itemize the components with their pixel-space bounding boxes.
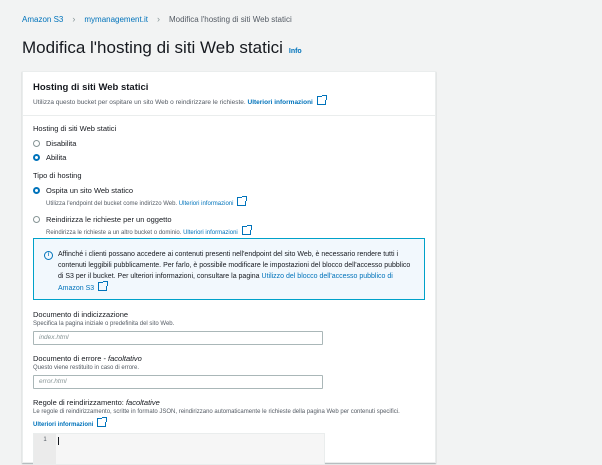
panel-header: Hosting di siti Web statici Utilizza que…	[23, 72, 435, 116]
learn-more-link[interactable]: Ulteriori informazioni	[247, 95, 327, 106]
error-document-label: Documento di errore - facoltativo	[33, 354, 323, 363]
breadcrumb: Amazon S3 › mymanagement.it › Modifica l…	[22, 14, 292, 24]
hosting-type-field: Tipo di hosting Ospita un sito Web stati…	[33, 171, 252, 236]
optional-label: facoltativo	[108, 354, 142, 363]
chevron-right-icon: ›	[156, 14, 160, 24]
breadcrumb-amazon-s3[interactable]: Amazon S3	[22, 15, 63, 24]
error-document-input[interactable]: error.html	[33, 375, 323, 389]
line-number-gutter: 1	[34, 434, 56, 464]
redirect-rules-field: Regole di reindirizzamento: facoltative …	[33, 398, 433, 428]
radio-host-static-desc: Utilizza l'endpoint del bucket come indi…	[46, 196, 248, 207]
breadcrumb-bucket[interactable]: mymanagement.it	[84, 15, 148, 24]
page-header: Modifica l'hosting di siti Web statici I…	[22, 38, 302, 58]
redirect-rules-editor[interactable]: 1	[33, 433, 325, 465]
info-link[interactable]: Info	[289, 48, 302, 55]
info-alert: i Affinché i clienti possano accedere ai…	[33, 238, 425, 300]
panel-title: Hosting di siti Web statici	[33, 82, 149, 93]
optional-label: facoltative	[125, 398, 160, 407]
radio-redirect-desc-text: Reindirizza le richieste a un altro buck…	[46, 230, 182, 236]
radio-redirect[interactable]: Reindirizza le richieste per un oggetto …	[33, 215, 252, 236]
hosting-field: Hosting di siti Web statici Disabilita A…	[33, 124, 116, 162]
index-document-input[interactable]: index.html	[33, 331, 323, 345]
index-document-desc: Specifica la pagina iniziale o predefini…	[33, 321, 175, 327]
external-link-icon	[97, 417, 108, 427]
alert-text: Affinché i clienti possano accedere ai c…	[58, 249, 414, 294]
page-title: Modifica l'hosting di siti Web statici	[22, 38, 283, 57]
text-cursor	[58, 437, 59, 445]
learn-more-link[interactable]: Ulteriori informazioni	[183, 225, 252, 236]
radio-redirect-desc: Reindirizza le richieste a un altro buck…	[46, 225, 252, 236]
chevron-right-icon: ›	[72, 14, 76, 24]
radio-selected-icon	[33, 187, 40, 194]
index-document-label: Documento di indicizzazione	[33, 310, 129, 319]
learn-more-label: Ulteriori informazioni	[33, 422, 94, 428]
radio-disable-label: Disabilita	[46, 139, 77, 148]
learn-more-label: Ulteriori informazioni	[247, 99, 313, 106]
panel-description-text: Utilizza questo bucket per ospitare un s…	[33, 99, 246, 106]
radio-enable[interactable]: Abilita	[33, 153, 116, 162]
learn-more-link[interactable]: Ulteriori informazioni	[33, 417, 108, 428]
hosting-type-label: Tipo di hosting	[33, 171, 82, 180]
static-hosting-panel: Hosting di siti Web statici Utilizza que…	[22, 71, 436, 465]
hosting-label: Hosting di siti Web statici	[33, 124, 117, 133]
redirect-rules-label: Regole di reindirizzamento: facoltative	[33, 398, 433, 407]
radio-host-static[interactable]: Ospita un sito Web statico Utilizza l'en…	[33, 186, 251, 207]
radio-circle-icon	[33, 216, 40, 223]
learn-more-label: Ulteriori informazioni	[183, 230, 238, 236]
breadcrumb-current: Modifica l'hosting di siti Web statici	[168, 14, 292, 24]
panel-description: Utilizza questo bucket per ospitare un s…	[33, 95, 425, 106]
learn-more-label: Ulteriori informazioni	[178, 201, 234, 207]
external-link-icon	[316, 95, 327, 105]
external-link-icon	[241, 225, 252, 235]
radio-host-static-label: Ospita un sito Web statico	[46, 186, 133, 195]
index-document-field: Documento di indicizzazione Specifica la…	[33, 310, 323, 345]
redirect-learn-more: Ulteriori informazioni	[33, 417, 433, 428]
radio-circle-icon	[33, 140, 40, 147]
error-document-label-text: Documento di errore -	[33, 354, 109, 363]
radio-selected-icon	[33, 154, 40, 161]
radio-disable[interactable]: Disabilita	[33, 139, 116, 148]
external-link-icon	[237, 196, 248, 206]
redirect-rules-desc: Le regole di reindirizzamento, scritte i…	[33, 409, 400, 415]
redirect-rules-label-text: Regole di reindirizzamento:	[33, 398, 126, 407]
info-icon: i	[44, 251, 53, 260]
learn-more-link[interactable]: Ulteriori informazioni	[178, 196, 248, 207]
error-document-field: Documento di errore - facoltativo Questo…	[33, 354, 323, 389]
radio-redirect-label: Reindirizza le richieste per un oggetto	[46, 215, 172, 224]
external-link-icon	[98, 281, 109, 291]
error-document-desc: Questo viene restituito in caso di error…	[33, 365, 140, 371]
radio-enable-label: Abilita	[46, 153, 67, 162]
radio-host-static-desc-text: Utilizza l'endpoint del bucket come indi…	[46, 201, 178, 207]
